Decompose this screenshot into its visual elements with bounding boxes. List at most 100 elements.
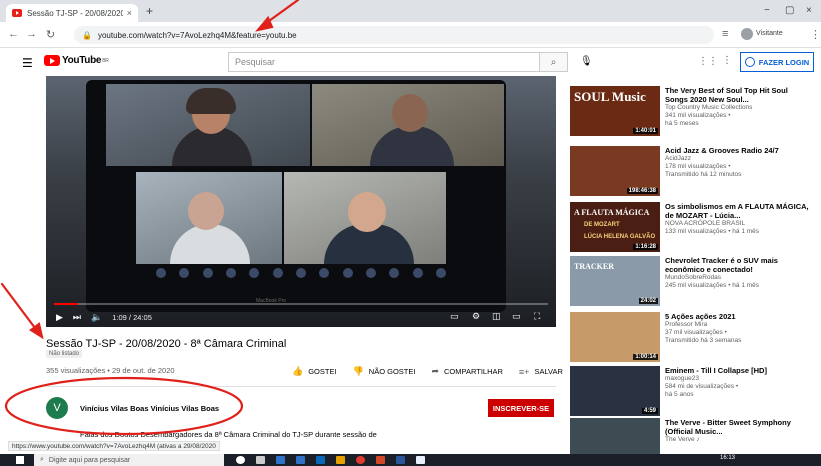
profile-avatar-icon[interactable] <box>741 28 753 40</box>
related-video-thumbnail[interactable]: 4:59 <box>570 366 660 416</box>
related-video-channel[interactable]: NOVA ACRÓPOLE BRASIL <box>665 220 810 228</box>
video-progress-bar[interactable] <box>54 303 548 305</box>
dislike-button[interactable]: 👎 NÃO GOSTEI <box>353 366 416 377</box>
forward-arrow-icon[interactable]: → <box>26 28 37 40</box>
share-button[interactable]: ➦ COMPARTILHAR <box>431 366 502 377</box>
related-video-title[interactable]: Os simbolismos em A FLAUTA MÁGICA, de MO… <box>665 202 810 220</box>
video-duration-badge: 1:40:01 <box>633 128 658 134</box>
youtube-favicon-icon <box>12 9 22 17</box>
related-video-text: The Verve - Bitter Sweet Symphony (Offic… <box>665 418 810 444</box>
fullscreen-icon[interactable]: ⛶ <box>534 311 540 322</box>
related-video-text: Acid Jazz & Grooves Radio 24/7 AcidJazz 17… <box>665 146 810 179</box>
file-icon[interactable] <box>296 456 305 464</box>
related-video-thumbnail[interactable]: TRACKER 24:02 <box>570 256 660 306</box>
related-video-channel[interactable]: Professor Mira <box>665 321 810 329</box>
hamburger-menu-icon[interactable]: ☰ <box>22 56 33 70</box>
profile-label[interactable]: Visitante <box>756 30 783 37</box>
task-view-icon[interactable] <box>256 456 265 464</box>
related-video-channel[interactable]: AcidJazz <box>665 155 810 163</box>
theater-mode-icon[interactable]: ▭ <box>512 311 521 322</box>
browser-tab[interactable]: Sessão TJ-SP - 20/08/2020 - 8ª C × <box>6 4 138 22</box>
related-video-age: Transmitido há 3 semanas <box>665 337 742 344</box>
reading-list-icon[interactable]: ≡ <box>722 28 728 40</box>
video-duration-badge: 198:46:38 <box>626 188 658 194</box>
youtube-logo[interactable]: YouTube BR <box>44 55 109 66</box>
back-arrow-icon[interactable]: ← <box>8 28 19 40</box>
country-code: BR <box>102 57 109 64</box>
taskbar-search[interactable]: ⌕ Digite aqui para pesquisar <box>34 454 224 466</box>
window-close-button[interactable]: × <box>806 5 812 16</box>
youtube-play-logo-icon <box>44 55 60 66</box>
save-button[interactable]: ≡+ SALVAR <box>519 367 563 377</box>
related-video-thumbnail[interactable]: 1:00:14 <box>570 312 660 362</box>
like-button[interactable]: 👍 GOSTEI <box>292 366 337 377</box>
related-video-thumbnail[interactable]: A FLAUTA MÁGICA DE MOZART LÚCIA HELENA GAL… <box>570 202 660 252</box>
cortana-icon[interactable] <box>236 456 245 464</box>
related-video-views: 341 mil visualizações • <box>665 112 731 119</box>
video-time: 1:09 / 24:05 <box>112 312 152 322</box>
minimize-button[interactable]: − <box>764 5 770 16</box>
subscribe-button[interactable]: INSCREVER-SE <box>488 399 554 417</box>
arrow-to-title-head <box>29 322 44 340</box>
related-video-views: 245 mil visualizações • há 1 mês <box>665 282 760 289</box>
taskbar-clock: 16:13 <box>720 455 735 461</box>
related-video-title[interactable]: The Very Best of Soul Top Hit Soul Songs… <box>665 86 810 104</box>
related-video-title[interactable]: Chevrolet Tracker é o SUV mais econômico… <box>665 256 810 274</box>
channel-name[interactable]: Vinícius Vilas Boas Vinícius Vilas Boas <box>80 404 219 413</box>
participant-tile-1 <box>106 84 310 166</box>
explorer-icon[interactable] <box>336 456 345 464</box>
apps-grid-icon[interactable]: ⋮⋮ <box>698 56 718 67</box>
related-video-channel[interactable]: MundoSobreRodas <box>665 274 810 282</box>
status-bar-url: https://www.youtube.com/watch?v=7AvoLezh… <box>8 441 220 451</box>
related-video-thumbnail[interactable]: 198:46:38 <box>570 146 660 196</box>
related-video-channel[interactable]: maxogue23 <box>665 375 810 383</box>
app-icon[interactable] <box>416 456 425 464</box>
related-video-title[interactable]: The Verve - Bitter Sweet Symphony (Offic… <box>665 418 810 436</box>
search-input[interactable]: Pesquisar <box>228 52 540 72</box>
url-text: youtube.com/watch?v=7AvoLezhq4M&feature=… <box>97 30 297 40</box>
browser-menu-icon[interactable]: ⋮ <box>810 28 821 41</box>
search-icon: ⌕ <box>550 56 557 68</box>
related-video-channel[interactable]: Top Country Music Collections <box>665 104 810 112</box>
chrome-icon[interactable] <box>356 456 365 464</box>
new-tab-button[interactable]: + <box>146 4 153 18</box>
volume-icon[interactable]: 🔈 <box>91 312 102 323</box>
maximize-button[interactable]: ▢ <box>785 5 794 16</box>
video-duration-badge: 1:16:28 <box>633 244 658 250</box>
address-bar[interactable]: 🔒 youtube.com/watch?v=7AvoLezhq4M&featur… <box>74 26 714 44</box>
related-video-thumbnail[interactable]: SOUL Music 1:40:01 <box>570 86 660 136</box>
related-video-channel[interactable]: The Verve ♪ <box>665 436 810 444</box>
subtitles-icon[interactable]: ▭ <box>450 311 459 322</box>
related-video-title[interactable]: Eminem - Till I Collapse [HD] <box>665 366 810 375</box>
reload-icon[interactable]: ↻ <box>46 28 55 41</box>
search-button[interactable]: ⌕ <box>540 52 568 72</box>
settings-menu-icon[interactable]: ⋮ <box>722 55 732 66</box>
video-views-date: 355 visualizações • 29 de out. de 2020 <box>46 366 175 375</box>
thumbs-up-icon: 👍 <box>292 366 304 376</box>
sign-in-label: FAZER LOGIN <box>758 57 810 67</box>
windows-start-icon[interactable] <box>16 456 24 464</box>
microphone-icon[interactable]: 🎙 <box>580 56 593 67</box>
tab-title: Sessão TJ-SP - 20/08/2020 - 8ª C <box>27 8 123 18</box>
video-description: Falas dos Doutos Desembargadores da 8ª C… <box>80 430 377 439</box>
related-video-item[interactable]: SOUL Music 1:40:01 The Very Best of Soul T… <box>570 86 810 154</box>
related-video-title[interactable]: Acid Jazz & Grooves Radio 24/7 <box>665 146 810 155</box>
sign-in-button[interactable]: FAZER LOGIN <box>740 52 814 72</box>
store-icon[interactable] <box>276 456 285 464</box>
thumbnail-text: TRACKER <box>574 262 615 271</box>
save-label: SALVAR <box>534 367 563 376</box>
related-video-views: 133 mil visualizações • há 1 mês <box>665 228 760 235</box>
participant-tile-2 <box>312 84 504 166</box>
tab-close-icon[interactable]: × <box>127 8 132 18</box>
miniplayer-icon[interactable]: ◫ <box>492 311 501 322</box>
word-icon[interactable] <box>396 456 405 464</box>
play-icon[interactable]: ▶ <box>56 312 63 323</box>
subscribe-label: INSCREVER-SE <box>492 403 550 413</box>
next-icon[interactable]: ⏭ <box>73 312 81 323</box>
related-video-title[interactable]: 5 Ações ações 2021 <box>665 312 810 321</box>
mail-icon[interactable] <box>316 456 325 464</box>
video-player[interactable]: MacBook Pro ▶ ⏭ 🔈 1:09 / 24:05 ▭ ⚙ ◫ ▭ ⛶ <box>46 76 556 327</box>
channel-avatar[interactable]: V <box>46 397 68 419</box>
settings-gear-icon[interactable]: ⚙ <box>472 311 480 322</box>
office-icon[interactable] <box>376 456 385 464</box>
